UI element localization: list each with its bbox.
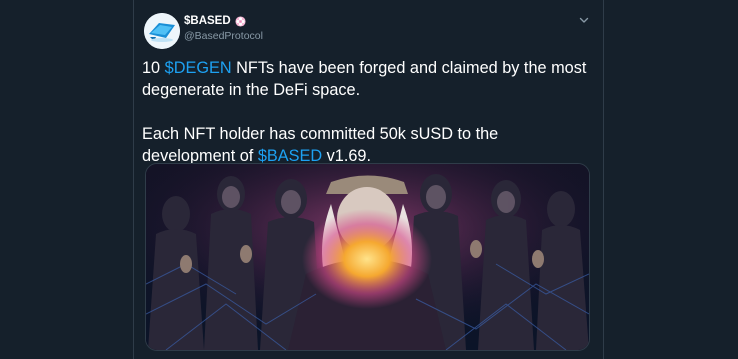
account-handle[interactable]: @BasedProtocol: [184, 30, 263, 42]
cashtag-degen-link[interactable]: $DEGEN: [165, 59, 232, 77]
tweet-text: 10 $DEGEN NFTs have been forged and clai…: [142, 57, 594, 167]
based-logo-icon: [144, 13, 180, 49]
pink-flower-badge-icon: [235, 15, 246, 27]
wizard-gathering-image: [146, 164, 589, 350]
tweet-paragraph-1: 10 $DEGEN NFTs have been forged and clai…: [142, 59, 587, 99]
chevron-down-icon[interactable]: [578, 14, 590, 26]
tweet-card: $BASED @BasedProtocol 10 $DEGEN NFTs hav…: [133, 0, 604, 359]
tweet-media-image[interactable]: [145, 163, 590, 351]
avatar[interactable]: [144, 13, 180, 49]
tweet-paragraph-2: Each NFT holder has committed 50k sUSD t…: [142, 125, 499, 165]
display-name[interactable]: $BASED: [184, 15, 231, 27]
